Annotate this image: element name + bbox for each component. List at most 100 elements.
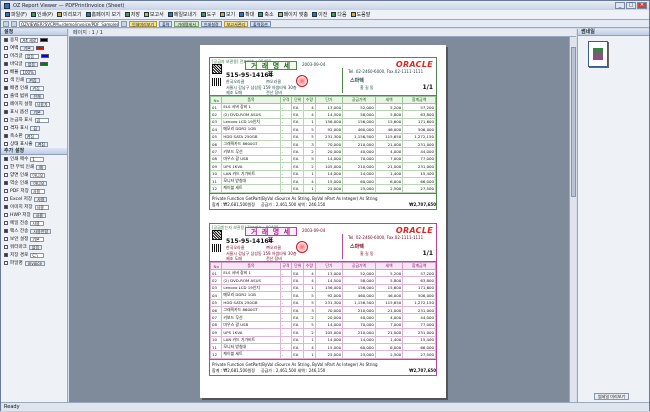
setting-checkbox[interactable] xyxy=(4,46,8,50)
setting-value[interactable]: 끔 xyxy=(34,117,49,123)
menu-item-7[interactable]: 도구 xyxy=(199,10,218,19)
color-swatch[interactable] xyxy=(40,38,49,42)
setting-checkbox[interactable] xyxy=(4,253,8,257)
setting-checkbox[interactable] xyxy=(4,110,8,114)
setting-checkbox[interactable] xyxy=(4,261,8,265)
tab-5[interactable]: 출력옵션 xyxy=(250,20,271,27)
color-swatch[interactable] xyxy=(35,46,44,50)
setting-value[interactable]: 사용 xyxy=(32,212,47,218)
menu-item-6[interactable]: 메일보내기 xyxy=(166,10,199,19)
setting-row[interactable]: HWP 저장 사용 xyxy=(1,211,67,219)
menu-item-12[interactable]: 이전 xyxy=(310,10,329,19)
menu-item-10[interactable]: 축소 xyxy=(256,10,275,19)
address-input[interactable]: OZVIEWER?SVCPM=/demo/invoice/PDF_Samples xyxy=(19,20,119,27)
setting-row[interactable]: Excel 저장 사용 xyxy=(1,195,67,203)
setting-row[interactable]: 표시 옵션 기본 xyxy=(1,108,67,116)
minimize-button[interactable]: _ xyxy=(615,2,625,9)
setting-checkbox[interactable] xyxy=(4,94,8,98)
setting-row[interactable]: 상태 표시줄 켜짐 xyxy=(1,140,67,148)
setting-checkbox[interactable] xyxy=(4,134,8,138)
setting-value[interactable]: 없음 xyxy=(24,53,39,59)
setting-value[interactable]: 사용 xyxy=(30,220,45,226)
setting-value[interactable]: 끔 xyxy=(30,125,41,131)
setting-checkbox[interactable] xyxy=(4,54,8,58)
setting-row[interactable]: 메일 전송 사용 xyxy=(1,219,67,227)
setting-checkbox[interactable] xyxy=(4,189,8,193)
setting-row[interactable]: 페이지 설정 사용자 xyxy=(1,100,67,108)
setting-row[interactable]: 인쇄 매수 1 xyxy=(1,155,67,163)
menu-item-5[interactable]: 보고서 xyxy=(142,10,166,19)
tab-0[interactable]: 인쇄미리보기 xyxy=(129,20,158,27)
setting-checkbox[interactable] xyxy=(4,173,8,177)
setting-value[interactable]: 사용 xyxy=(34,204,49,210)
setting-checkbox[interactable] xyxy=(4,213,8,217)
menu-item-8[interactable]: 보기 xyxy=(218,10,237,19)
setting-value[interactable]: invoice xyxy=(24,260,45,266)
menu-item-11[interactable]: 페이지 맞춤 xyxy=(276,10,311,19)
setting-row[interactable]: 색 인쇄 켜짐 xyxy=(1,76,67,84)
back-icon[interactable] xyxy=(3,20,9,27)
setting-checkbox[interactable] xyxy=(4,38,8,42)
setting-row[interactable]: 격자 표시 끔 xyxy=(1,124,67,132)
setting-checkbox[interactable] xyxy=(4,221,8,225)
tab-3[interactable]: 인쇄설정 xyxy=(200,20,222,27)
setting-checkbox[interactable] xyxy=(4,165,8,169)
menu-item-13[interactable]: 다음 xyxy=(329,10,348,19)
setting-value[interactable]: 켜짐 xyxy=(34,141,48,147)
setting-checkbox[interactable] xyxy=(4,157,8,161)
setting-value[interactable]: 아니오 xyxy=(30,172,46,178)
setting-checkbox[interactable] xyxy=(4,118,8,122)
setting-checkbox[interactable] xyxy=(4,205,8,209)
setting-checkbox[interactable] xyxy=(4,237,8,241)
setting-value[interactable]: 아니오 xyxy=(30,180,48,186)
menu-item-3[interactable]: 홈페이지 보기 xyxy=(84,10,123,19)
scroll-thumb[interactable] xyxy=(571,47,576,197)
setting-value[interactable]: 기본 xyxy=(30,109,44,115)
setting-value[interactable]: 켜짐 xyxy=(24,133,39,139)
setting-checkbox[interactable] xyxy=(4,181,8,185)
document-canvas[interactable]: [공급자 보관용] 전표번호 : 00488 거 래 명 세 표 2003-09-0… xyxy=(69,37,576,402)
setting-row[interactable]: 워터마크 없음 xyxy=(1,243,67,251)
setting-checkbox[interactable] xyxy=(4,126,8,130)
setting-row[interactable]: 이미지 저장 사용 xyxy=(1,203,67,211)
setting-row[interactable]: 바닥글 없음 xyxy=(1,60,67,68)
setting-row[interactable]: 용지 A4 세로 xyxy=(1,36,67,44)
vertical-scrollbar[interactable] xyxy=(569,37,576,402)
setting-row[interactable]: 팩스 전송 사용안함 xyxy=(1,227,67,235)
setting-value[interactable]: 기본 xyxy=(20,45,34,51)
setting-checkbox[interactable] xyxy=(4,102,8,106)
maximize-button[interactable]: □ xyxy=(626,2,636,9)
menu-item-1[interactable]: 인쇄(P) xyxy=(29,10,55,19)
menu-item-9[interactable]: 확대 xyxy=(237,10,256,19)
setting-checkbox[interactable] xyxy=(4,78,8,82)
forward-icon[interactable] xyxy=(11,20,17,27)
setting-value[interactable]: A4 세로 xyxy=(20,37,39,43)
color-swatch[interactable] xyxy=(40,62,49,66)
tab-2[interactable]: 거래명세서 xyxy=(174,20,199,27)
setting-checkbox[interactable] xyxy=(4,142,8,146)
thumbnail-button[interactable]: 썸네일 미리보기 xyxy=(594,393,630,400)
setting-value[interactable]: 사용 xyxy=(30,188,45,194)
setting-row[interactable]: 여백 기본 xyxy=(1,44,67,52)
setting-row[interactable]: 축소판 켜짐 xyxy=(1,132,67,140)
setting-checkbox[interactable] xyxy=(4,197,8,201)
setting-checkbox[interactable] xyxy=(4,62,8,66)
setting-row[interactable]: 눈금자 표시 끔 xyxy=(1,116,67,124)
setting-checkbox[interactable] xyxy=(4,86,8,90)
setting-row[interactable]: 머리글 없음 xyxy=(1,52,67,60)
menu-item-0[interactable]: 파일(F) xyxy=(3,10,29,19)
setting-value[interactable]: 사용자 xyxy=(34,101,50,107)
setting-value[interactable]: 기본 xyxy=(30,236,45,242)
setting-row[interactable]: 배율 100% xyxy=(1,68,67,76)
setting-row[interactable]: 역순 인쇄 아니오 xyxy=(1,179,67,187)
menu-item-14[interactable]: 도움말 xyxy=(349,10,373,19)
setting-row[interactable]: 보안 설정 기본 xyxy=(1,235,67,243)
setting-value[interactable]: 켜짐 xyxy=(26,77,40,83)
page-thumbnail[interactable] xyxy=(588,41,608,67)
setting-value[interactable]: 없음 xyxy=(24,61,39,67)
setting-value[interactable]: 전체 xyxy=(30,93,44,99)
setting-value[interactable]: 1 xyxy=(30,156,45,162)
setting-row[interactable]: 저장 경로 C:\ xyxy=(1,251,67,259)
menu-item-4[interactable]: 저장 xyxy=(123,10,142,19)
tab-1[interactable]: 출력 xyxy=(159,20,173,27)
